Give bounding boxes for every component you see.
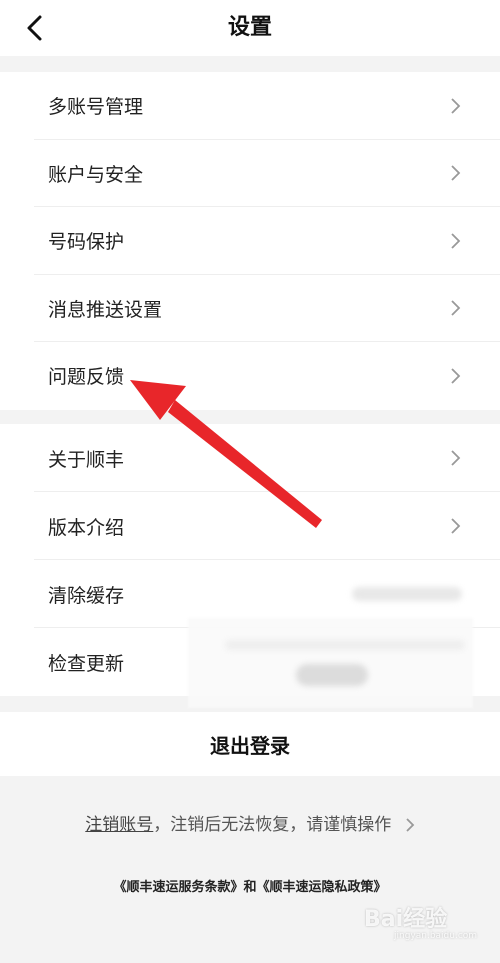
chevron-right-icon [451, 450, 461, 466]
logout-button[interactable]: 退出登录 [0, 712, 500, 776]
settings-item-version-intro[interactable]: 版本介绍 [0, 492, 500, 560]
page-title: 设置 [227, 15, 272, 40]
settings-item-label: 消息推送设置 [48, 298, 163, 321]
blurred-region [188, 618, 473, 708]
watermark-brand: Bai经验 [364, 907, 448, 932]
settings-item-feedback[interactable]: 问题反馈 [0, 342, 500, 410]
cancel-account-warning: ，注销后无法恢复，请谨慎操作 [153, 815, 392, 835]
settings-page: 设置 多账号管理 账户与安全 号码保护 消息推送设置 问题反馈 关于顺丰 版本介… [0, 0, 500, 963]
settings-item-label: 版本介绍 [48, 516, 125, 539]
blurred-cache-size [352, 587, 462, 601]
chevron-right-icon[interactable] [405, 817, 415, 833]
privacy-policy-link[interactable]: 《顺丰速运隐私政策》 [257, 880, 387, 895]
chevron-right-icon [451, 233, 461, 249]
blurred-text [225, 640, 465, 650]
service-terms-link[interactable]: 《顺丰速运服务条款》 [113, 880, 243, 895]
chevron-right-icon [451, 165, 461, 181]
settings-item-account-security[interactable]: 账户与安全 [0, 140, 500, 208]
settings-item-multi-account[interactable]: 多账号管理 [0, 72, 500, 140]
cancel-account-notice: 注销账号，注销后无法恢复，请谨慎操作 [0, 810, 500, 835]
settings-item-push-notifications[interactable]: 消息推送设置 [0, 275, 500, 343]
settings-item-label: 清除缓存 [48, 584, 125, 607]
chevron-right-icon [451, 518, 461, 534]
chevron-right-icon [451, 300, 461, 316]
watermark-logo: Bai经验 jingyan.baidu.com [364, 901, 484, 945]
terms-conjunction: 和 [243, 880, 257, 895]
top-nav-bar: 设置 [0, 0, 500, 56]
cancel-account-link[interactable]: 注销账号 [85, 815, 153, 835]
settings-item-about[interactable]: 关于顺丰 [0, 424, 500, 492]
chevron-right-icon [451, 368, 461, 384]
watermark-url: jingyan.baidu.com [394, 931, 478, 941]
settings-item-label: 关于顺丰 [48, 448, 125, 471]
settings-item-number-protection[interactable]: 号码保护 [0, 207, 500, 275]
blurred-badge [296, 664, 368, 686]
settings-item-label: 账户与安全 [48, 163, 144, 186]
settings-item-label: 检查更新 [48, 652, 125, 675]
settings-item-label: 号码保护 [48, 231, 125, 254]
legal-links: 《顺丰速运服务条款》和《顺丰速运隐私政策》 [0, 876, 500, 895]
settings-item-label: 多账号管理 [48, 96, 144, 119]
chevron-right-icon [451, 98, 461, 114]
settings-item-label: 问题反馈 [48, 366, 125, 389]
settings-group-account: 多账号管理 账户与安全 号码保护 消息推送设置 问题反馈 [0, 72, 500, 410]
